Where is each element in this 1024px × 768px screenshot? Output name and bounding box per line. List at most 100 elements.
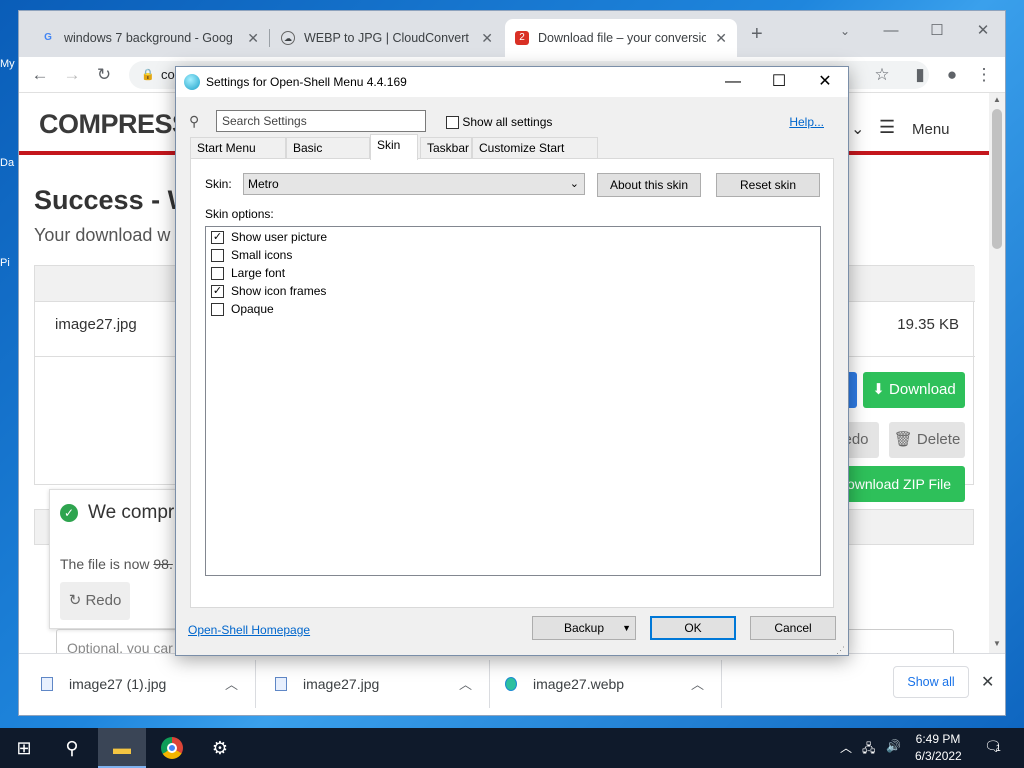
checkbox[interactable] [211,302,224,316]
chevron-down-icon: ⌄ [569,178,579,190]
dialog-titlebar[interactable]: Settings for Open-Shell Menu 4.4.169 — ☐… [176,67,848,97]
back-icon[interactable]: ← [29,64,51,86]
download-item[interactable]: image27.jpg [275,654,379,714]
download-button[interactable]: ⬇ Download [863,372,965,408]
forward-icon[interactable]: → [61,64,83,86]
dropdown-arrow-icon: ▼ [622,623,631,633]
chevron-up-icon[interactable]: ︿ [225,674,238,693]
tab-basic-settings[interactable]: Basic Settings [286,137,370,176]
help-link[interactable]: Help... [789,115,824,129]
option-show-user-picture[interactable]: ✓ Show user picture [211,228,327,246]
tab-cloudconvert[interactable]: ☁ WEBP to JPG | CloudConvert ✕ [271,19,503,57]
scroll-down-icon[interactable]: ▼ [993,639,1001,648]
resize-grip-icon[interactable]: ⋰ [836,645,845,656]
homepage-link[interactable]: Open-Shell Homepage [188,623,310,637]
checkbox[interactable] [211,248,224,262]
delete-button[interactable]: 🗑 Delete [889,422,965,458]
close-tab-icon[interactable]: ✕ [715,30,727,47]
network-icon[interactable]: 🖧 [862,739,875,760]
show-all-settings-checkbox[interactable]: Show all settings [446,115,552,130]
tab-google[interactable]: G windows 7 background - Google ✕ [31,19,269,57]
dialog-title: Settings for Open-Shell Menu 4.4.169 [206,75,407,89]
minimize-button[interactable]: — [869,19,913,43]
tab-start-menu-style[interactable]: Start Menu Style [190,137,286,176]
new-tab-button[interactable]: + [751,23,763,46]
open-shell-icon [184,74,200,90]
desktop-icon-label[interactable]: Da [0,157,14,169]
chevron-up-icon[interactable]: ︿ [459,674,472,693]
page-subtitle: Your download w [34,225,171,245]
cloud-icon: ☁ [281,31,295,45]
skin-select[interactable]: Metro ⌄ [243,173,585,195]
close-button[interactable]: ✕ [802,67,848,97]
star-icon[interactable]: ☆ [871,64,893,86]
tab-taskbar[interactable]: Taskbar [420,137,472,159]
option-opaque[interactable]: Opaque [211,300,274,318]
checkbox[interactable] [211,266,224,280]
chevron-up-icon[interactable]: ︿ [840,739,852,756]
checkbox[interactable] [446,116,459,130]
taskbar: ⊞ ⚲ ▬ ⚙ ︿ 🖧 🔊 6:49 PM 6/3/2022 🗨1 [0,728,1024,768]
close-window-button[interactable]: ✕ [961,19,1005,43]
cancel-button[interactable]: Cancel [750,616,836,640]
volume-icon[interactable]: 🔊 [886,739,901,753]
minimize-button[interactable]: — [710,67,756,97]
search-input[interactable]: Search Settings [216,110,426,132]
show-all-button[interactable]: Show all [893,666,969,698]
tab-skin[interactable]: Skin [370,134,418,160]
chevron-up-icon[interactable]: ︿ [691,674,704,693]
about-skin-button[interactable]: About this skin [597,173,701,197]
file-explorer-icon[interactable]: ▬ [98,728,146,768]
skin-panel: Skin: Metro ⌄ About this skin Reset skin… [190,158,834,608]
desktop-icon-label[interactable]: Pi [0,257,10,269]
file-size: 19.35 KB [897,316,959,333]
download-icon: ⬇ [872,381,890,398]
skin-options-list: ✓ Show user picture Small icons Large fo… [205,226,821,576]
checkbox-checked[interactable]: ✓ [211,230,224,244]
download-item[interactable]: image27.webp [505,654,624,714]
windows-start-icon[interactable]: ⊞ [0,728,48,768]
option-small-icons[interactable]: Small icons [211,246,292,264]
option-show-icon-frames[interactable]: ✓ Show icon frames [211,282,326,300]
reload-icon[interactable]: ↻ [93,64,115,86]
ok-button[interactable]: OK [650,616,736,640]
close-icon[interactable]: ✕ [981,672,994,692]
lock-icon: 🔒 [141,69,155,81]
option-large-font[interactable]: Large font [211,264,285,282]
tab-download-file[interactable]: 2 Download file – your conversion ✕ [505,19,737,57]
menu-icon[interactable]: ⋮ [973,64,995,86]
maximize-button[interactable]: ☐ [915,19,959,43]
app-icon: 2 [515,31,529,45]
brand-logo[interactable]: COMPRESS [39,109,190,140]
chrome-icon[interactable] [148,728,196,768]
maximize-button[interactable]: ☐ [756,67,802,97]
download-item[interactable]: image27 (1).jpg [41,654,166,714]
image-file-icon [275,677,287,691]
download-bar: image27 (1).jpg ︿ image27.jpg ︿ image27.… [19,653,1005,715]
image-file-icon [41,677,53,691]
clock[interactable]: 6:49 PM 6/3/2022 [915,732,962,763]
menu-link[interactable]: Menu [912,121,950,138]
scroll-up-icon[interactable]: ▲ [993,95,1001,104]
hamburger-icon[interactable]: ☰ [879,117,895,138]
backup-button[interactable]: Backup ▼ [532,616,636,640]
tab-customize-start-menu[interactable]: Customize Start Menu [472,137,598,176]
profile-icon[interactable]: ● [941,64,963,86]
download-zip-button[interactable]: ownload ZIP File [833,466,965,502]
checkbox-checked[interactable]: ✓ [211,284,224,298]
tab-search-icon[interactable]: ⌄ [823,19,867,43]
tab-title: WEBP to JPG | CloudConvert [304,31,469,45]
desktop-icon-label[interactable]: My [0,58,15,70]
chevron-down-icon[interactable]: ⌄ [851,119,864,139]
settings-gear-icon[interactable]: ⚙ [196,728,244,768]
search-icon[interactable]: ⚲ [48,728,96,768]
file-name: image27.jpg [55,316,137,333]
reset-skin-button[interactable]: Reset skin [716,173,820,197]
notification-icon[interactable]: 🗨1 [984,738,1002,755]
scrollbar-thumb[interactable] [992,109,1002,249]
side-panel-icon[interactable]: ▮ [909,64,931,86]
page-scrollbar[interactable]: ▲ ▼ [989,93,1005,653]
redo-button[interactable]: ↻ Redo [60,582,130,620]
close-tab-icon[interactable]: ✕ [247,30,259,47]
close-tab-icon[interactable]: ✕ [481,30,493,47]
